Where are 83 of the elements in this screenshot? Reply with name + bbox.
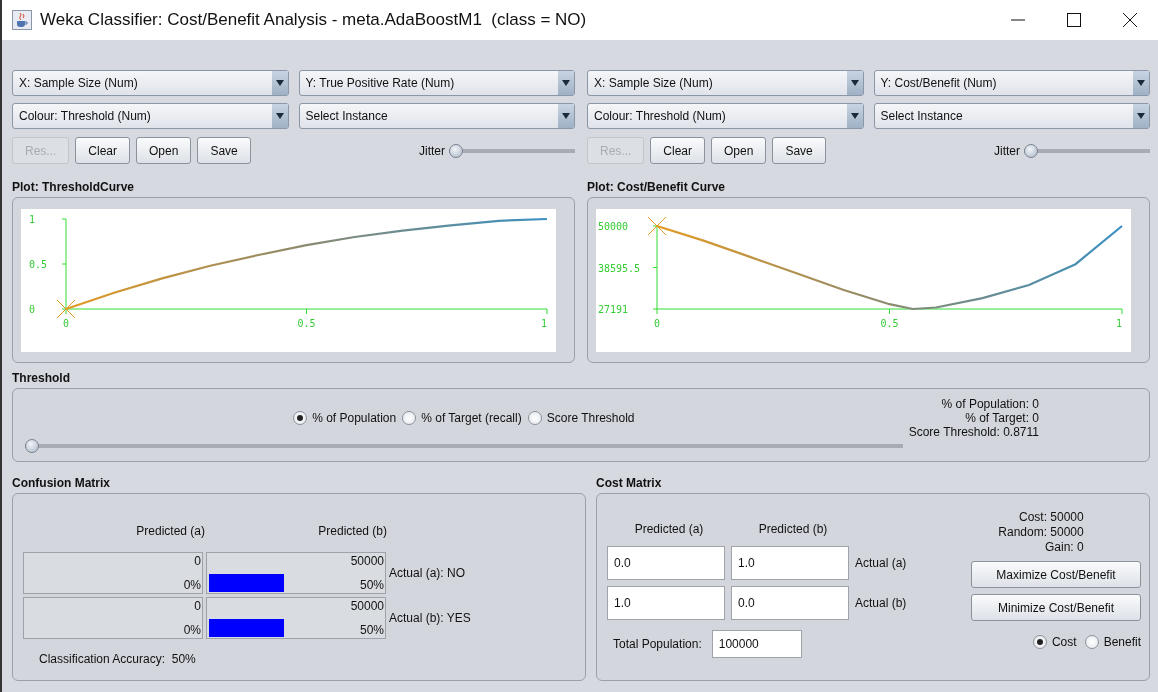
cross-marker-icon — [56, 299, 76, 319]
tick-label: 0 — [654, 318, 660, 329]
dropdown[interactable]: Y: True Positive Rate (Num) — [298, 70, 575, 96]
section-title: Confusion Matrix — [12, 476, 111, 490]
readout-text: % of Target: 0 — [965, 411, 1039, 425]
toolbar-button[interactable]: Save — [197, 137, 251, 164]
window-title: Weka Classifier: Cost/Benefit Analysis - meta.AdaBoostM1 (class = NO) — [40, 10, 588, 30]
tick-label: 1 — [1115, 318, 1122, 329]
column-header: Predicted (b) — [318, 524, 387, 538]
dropdown[interactable]: Colour: Threshold (Num) — [587, 103, 864, 129]
row-label: Actual (a) — [855, 556, 908, 570]
radio-label: Score Threshold — [546, 411, 635, 425]
field-label: Total Population: — [613, 637, 702, 651]
tick-label: 1 — [540, 318, 547, 329]
radio-label: Cost — [1051, 635, 1077, 649]
radio-button[interactable] — [293, 411, 308, 425]
action-button[interactable]: Minimize Cost/Benefit — [971, 594, 1141, 621]
tick-label: 1 — [29, 214, 36, 225]
radio-button[interactable] — [1032, 635, 1047, 649]
radio-button[interactable] — [402, 411, 417, 425]
cost-field[interactable]: 0.0 — [607, 546, 725, 580]
accuracy-text: Classification Accuracy: 50% — [39, 652, 197, 666]
radio-label: % of Target (recall) — [421, 411, 522, 425]
cost-field[interactable]: 0.0 — [731, 586, 849, 620]
slider-thumb[interactable] — [25, 439, 39, 453]
cell-count: 0 — [194, 554, 201, 568]
radio-button[interactable] — [527, 411, 542, 425]
dropdown[interactable]: Select Instance — [298, 103, 575, 129]
stat-text: Random: 50000 — [998, 525, 1084, 540]
radio-button[interactable] — [1084, 635, 1099, 649]
tick-label: 0 — [29, 304, 36, 315]
slider-label: Jitter — [994, 143, 1020, 158]
radio-label: % of Population — [312, 411, 397, 425]
row-label: Actual (b): YES — [389, 611, 472, 625]
cost-field[interactable]: 1.0 — [607, 586, 725, 620]
cell-percent: 0% — [183, 578, 201, 592]
cell-count: 50000 — [350, 554, 384, 568]
cell-percent: 0% — [183, 623, 201, 637]
plot-title: Plot: ThresholdCurve — [12, 180, 135, 194]
plot-title: Plot: Cost/Benefit Curve — [587, 180, 726, 194]
tick-label: 0.5 — [29, 259, 48, 270]
slider-thumb[interactable] — [449, 143, 463, 158]
tick-label: 38595.5 — [598, 262, 641, 274]
dropdown[interactable]: X: Sample Size (Num) — [12, 70, 289, 96]
dropdown[interactable]: X: Sample Size (Num) — [587, 70, 864, 96]
cell-percent: 50% — [359, 623, 384, 637]
toolbar-button[interactable]: Save — [772, 137, 826, 164]
toolbar-button[interactable]: Clear — [650, 137, 706, 164]
toolbar-button[interactable]: Open — [136, 137, 192, 164]
slider-label: Jitter — [419, 143, 445, 158]
toolbar-button[interactable]: Open — [711, 137, 767, 164]
readout-text: % of Population: 0 — [941, 397, 1039, 411]
tick-label: 27191 — [598, 304, 629, 315]
stat-text: Gain: 0 — [1045, 540, 1084, 555]
readout-text: Score Threshold: 0.8711 — [908, 425, 1039, 439]
column-header: Predicted (b) — [758, 522, 828, 536]
dropdown[interactable]: Colour: Threshold (Num) — [12, 103, 289, 129]
radio-label: Benefit — [1103, 635, 1141, 649]
section-title: Cost Matrix — [596, 476, 663, 490]
cross-marker-icon — [647, 216, 667, 236]
dropdown[interactable]: Y: Cost/Benefit (Num) — [873, 70, 1150, 96]
section-title: Threshold — [12, 371, 71, 385]
toolbar-button[interactable]: Clear — [75, 137, 131, 164]
tick-label: 0.5 — [880, 318, 899, 329]
population-field[interactable]: 100000 — [711, 630, 802, 658]
stat-text: Cost: 50000 — [1019, 510, 1084, 525]
row-label: Actual (b) — [855, 596, 908, 610]
coffee-cup-icon — [12, 10, 32, 30]
cell-percent: 50% — [359, 578, 384, 592]
tick-label: 0.5 — [297, 318, 316, 329]
row-label: Actual (a): NO — [389, 566, 467, 580]
maximize-icon[interactable] — [1066, 12, 1082, 28]
tick-label: 50000 — [598, 221, 629, 232]
action-button[interactable]: Maximize Cost/Benefit — [971, 561, 1141, 588]
dropdown[interactable]: Select Instance — [873, 103, 1150, 129]
column-header: Predicted (a) — [136, 524, 205, 538]
cell-count: 50000 — [350, 599, 384, 613]
close-icon[interactable] — [1122, 12, 1138, 28]
cost-field[interactable]: 1.0 — [731, 546, 849, 580]
tick-label: 0 — [63, 318, 69, 329]
slider-thumb[interactable] — [1024, 143, 1038, 158]
cell-count: 0 — [194, 599, 201, 613]
column-header: Predicted (a) — [634, 522, 704, 536]
